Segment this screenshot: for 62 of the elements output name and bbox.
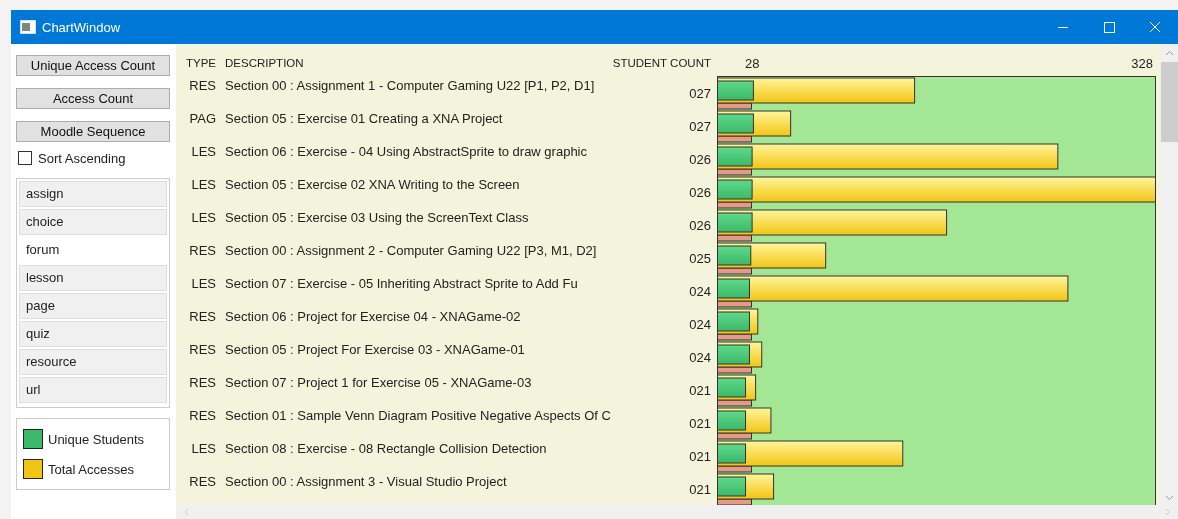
horizontal-scrollbar[interactable]: [176, 505, 1178, 519]
count-cell-text: 025: [688, 251, 711, 267]
sort-ascending-checkbox[interactable]: Sort Ascending: [18, 148, 170, 168]
window-icon: [20, 20, 36, 34]
description-cell-text: Section 05 : Exercise 03 Using the ScreenText Class: [225, 210, 530, 226]
type-cell-text: LES: [190, 276, 216, 292]
type-cell-text: RES: [188, 309, 216, 325]
filter-list-item[interactable]: url: [19, 377, 167, 403]
description-cell-text: Section 07 : Exercise - 05 Inheriting Abstract Sprite to Add Fu: [225, 276, 579, 292]
vertical-scrollbar[interactable]: [1160, 44, 1178, 505]
type-cell-text: PAG: [188, 111, 216, 127]
count-cell-text: 021: [688, 383, 711, 399]
type-cell-text: LES: [190, 441, 216, 457]
scale-label: 328: [1131, 55, 1153, 71]
description-cell-text: Section 05 : Exercise 01 Creating a XNA Project: [225, 111, 504, 127]
count-cell-text: 021: [688, 449, 711, 465]
description-cell-text: Section 06 : Exercise - 04 Using AbstractSprite to draw graphic: [225, 144, 588, 160]
filter-list-item[interactable]: resource: [19, 349, 167, 375]
count-cell-text: 026: [688, 152, 711, 168]
type-cell-text: RES: [188, 375, 216, 391]
scrollbar-thumb[interactable]: [1160, 62, 1178, 142]
description-cell-text: Section 06 : Project for Exercise 04 - XNAGame-02: [225, 309, 522, 325]
count-cell-text: 026: [688, 218, 711, 234]
count-cell-text: 021: [688, 482, 711, 498]
command-button[interactable]: Unique Access Count: [16, 55, 170, 76]
legend-label: Unique Students: [48, 431, 145, 447]
count-cell-text: 021: [688, 416, 711, 432]
type-cell-text: RES: [188, 342, 216, 358]
description-cell-text: Section 00 : Assignment 3 - Visual Studio Project: [225, 474, 508, 490]
scale-label: 28: [745, 55, 760, 71]
type-cell-text: RES: [188, 408, 216, 424]
column-header: TYPE: [184, 57, 216, 69]
command-button[interactable]: Access Count: [16, 88, 170, 109]
count-cell-text: 027: [688, 119, 711, 135]
description-cell-text: Section 00 : Assignment 1 - Computer Gaming U22 [P1, P2, D1]: [225, 78, 596, 94]
command-button[interactable]: Moodle Sequence: [16, 121, 170, 142]
description-cell-text: Section 05 : Exercise 02 XNA Writing to the Screen: [225, 177, 521, 193]
column-header: STUDENT COUNT: [611, 57, 711, 69]
filter-list-item[interactable]: page: [19, 293, 167, 319]
count-cell-text: 027: [688, 86, 711, 102]
count-cell-text: 024: [688, 350, 711, 366]
count-cell-text: 024: [688, 317, 711, 333]
type-cell-text: LES: [190, 144, 216, 160]
count-cell-text: 024: [688, 284, 711, 300]
column-header: DESCRIPTION: [225, 57, 305, 69]
type-cell-text: RES: [188, 243, 216, 259]
type-cell-text: RES: [188, 474, 216, 490]
filter-list-item[interactable]: quiz: [19, 321, 167, 347]
filter-list-item[interactable]: assign: [19, 181, 167, 207]
legend-label: Total Accesses: [48, 461, 134, 477]
description-cell-text: Section 05 : Project For Exercise 03 - XNAGame-01: [225, 342, 526, 358]
window-title: ChartWindow: [42, 19, 121, 35]
count-cell-text: 026: [688, 185, 711, 201]
filter-list-item[interactable]: choice: [19, 209, 167, 235]
filter-list-item[interactable]: lesson: [19, 265, 167, 291]
type-cell-text: RES: [188, 78, 216, 94]
description-cell-text: Section 08 : Exercise - 08 Rectangle Collision Detection: [225, 441, 548, 457]
description-cell: Section 01 : Sample Venn Diagram Positive Negative Aspects Of C: [225, 408, 611, 424]
description-cell-text: Section 00 : Assignment 2 - Computer Gaming U22 [P3, M1, D2]: [225, 243, 598, 259]
type-cell-text: LES: [190, 210, 216, 226]
type-cell-text: LES: [190, 177, 216, 193]
description-cell-text: Section 07 : Project 1 for Exercise 05 - XNAGame-03: [225, 375, 533, 391]
